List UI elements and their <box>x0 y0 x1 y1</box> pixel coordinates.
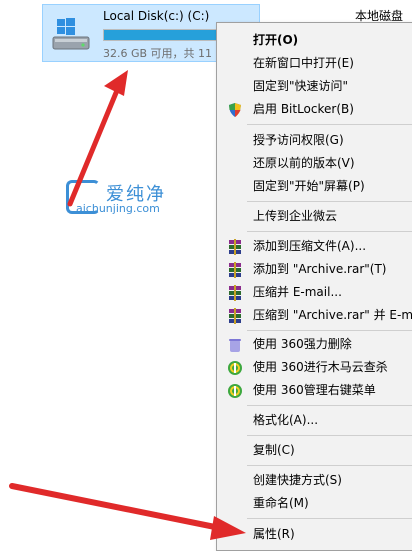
arrow-right-head-icon <box>210 516 246 540</box>
arrow-right-icon <box>9 483 223 531</box>
arrow-up-icon <box>67 85 121 207</box>
annotation-arrows <box>9 70 246 540</box>
